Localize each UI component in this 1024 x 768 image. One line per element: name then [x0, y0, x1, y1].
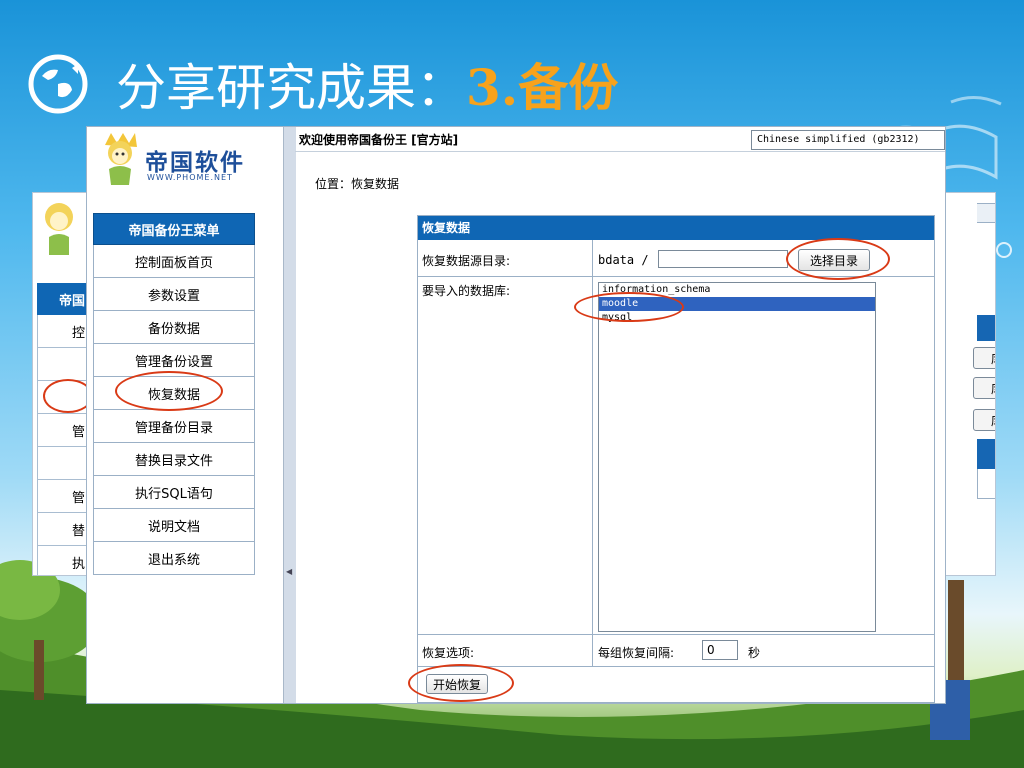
back-menu-item[interactable]: 控	[37, 315, 89, 348]
interval-label: 每组恢复间隔:	[598, 646, 675, 660]
welcome-text: 欢迎使用帝国备份王 [官方站]	[299, 133, 459, 147]
menu-item-backup-data[interactable]: 备份数据	[93, 311, 255, 344]
interval-unit: 秒	[748, 646, 761, 660]
slide-title-text: 分享研究成果：	[116, 59, 466, 117]
mascot-icon	[105, 133, 137, 185]
source-dir-prefix: bdata /	[598, 253, 649, 267]
back-menu-item[interactable]: 管	[37, 480, 89, 513]
start-highlight-ring	[408, 664, 514, 702]
back-menu-item[interactable]	[37, 348, 89, 381]
source-dir-label: 恢复数据源目录:	[422, 254, 511, 268]
row-divider	[418, 666, 934, 667]
breadcrumb: 位置：恢复数据	[315, 177, 400, 191]
collapse-arrow-icon[interactable]: ◀	[286, 567, 292, 576]
interval-input[interactable]: 0	[702, 640, 738, 660]
restart-globe-icon	[28, 54, 88, 114]
menu-item-manage-backup-dir[interactable]: 管理备份目录	[93, 410, 255, 443]
database-label: 要导入的数据库:	[422, 284, 511, 298]
logo-text: 帝国软件	[145, 150, 245, 176]
pane-splitter[interactable]	[283, 127, 296, 703]
back-menu-item[interactable]: 执	[37, 546, 89, 575]
restore-panel: 恢复数据 恢复数据源目录: 要导入的数据库: 恢复选项: bdata / 选择目…	[408, 215, 935, 703]
back-menu-item[interactable]	[37, 447, 89, 480]
restore-panel-title: 恢复数据	[418, 216, 934, 240]
language-select[interactable]: Chinese simplified (gb2312)	[751, 130, 945, 150]
left-pane: 帝国软件 WWW.PHOME.NET 帝国备份王菜单 控制面板首页 参数设置 备…	[87, 127, 283, 703]
menu-item-run-sql[interactable]: 执行SQL语句	[93, 476, 255, 509]
select-dir-highlight-ring	[786, 238, 890, 280]
backup-app-window: 帝国软件 WWW.PHOME.NET 帝国备份王菜单 控制面板首页 参数设置 备…	[86, 126, 946, 704]
back-table-header-2	[977, 439, 995, 469]
mascot-icon	[45, 203, 73, 255]
back-table-body	[977, 469, 995, 499]
database-highlight-ring	[574, 292, 684, 322]
menu-item-settings[interactable]: 参数设置	[93, 278, 255, 311]
logo-url: WWW.PHOME.NET	[147, 173, 233, 182]
menu-item-replace-dir-files[interactable]: 替换目录文件	[93, 443, 255, 476]
slide-title: 分享研究成果： 3.备份	[28, 52, 618, 117]
bubble-icon	[996, 242, 1012, 258]
slide-title-accent: 3.备份	[466, 58, 619, 117]
back-menu-item[interactable]: 替	[37, 513, 89, 546]
back-database-button[interactable]: 库	[973, 347, 995, 369]
menu-item-control-panel[interactable]: 控制面板首页	[93, 245, 255, 278]
menu-item-logout[interactable]: 退出系统	[93, 542, 255, 575]
options-label: 恢复选项:	[422, 646, 475, 660]
back-menu-header: 帝国	[37, 283, 89, 315]
source-dir-input[interactable]	[658, 250, 788, 268]
row-divider	[418, 634, 934, 635]
back-database-button[interactable]: 库	[973, 409, 995, 431]
logo: 帝国软件 WWW.PHOME.NET	[93, 129, 253, 189]
back-menu-item[interactable]: 管	[37, 414, 89, 447]
database-listbox[interactable]: information_schema moodle mysql	[598, 282, 876, 632]
menu-highlight-ring	[115, 371, 223, 411]
back-header-strip	[977, 203, 995, 223]
menu-header: 帝国备份王菜单	[93, 213, 255, 245]
menu-item-docs[interactable]: 说明文档	[93, 509, 255, 542]
back-database-button[interactable]: 库	[973, 377, 995, 399]
back-table-header	[977, 315, 995, 341]
